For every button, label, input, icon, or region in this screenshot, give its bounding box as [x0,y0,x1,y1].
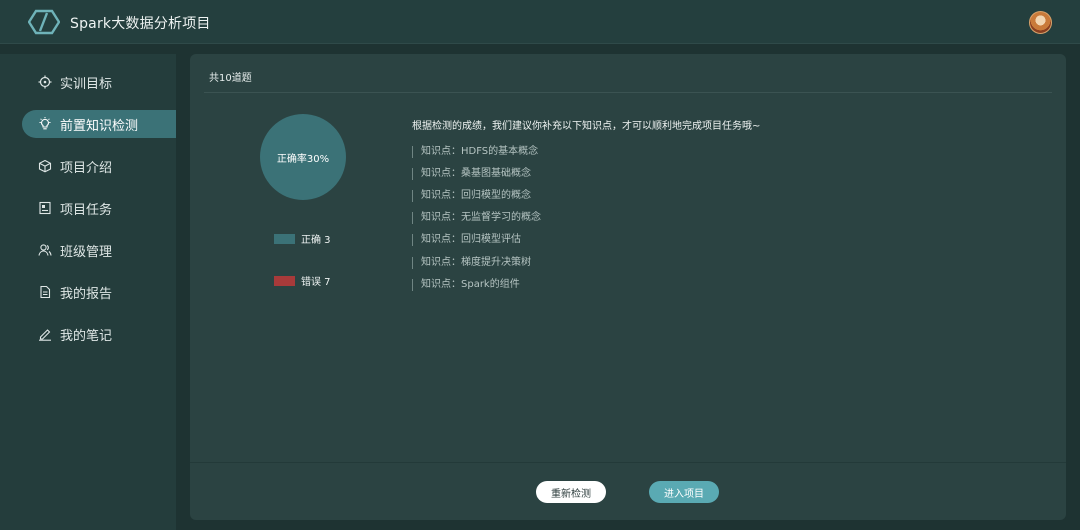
target-icon [37,74,53,90]
app-title: Spark大数据分析项目 [70,16,211,32]
sidebar-item-training-goal[interactable]: 实训目标 [22,68,176,96]
knowledge-point-item[interactable]: 知识点：回归模型评估 [412,234,521,246]
knowledge-point-item[interactable]: 知识点：Spark的组件 [412,279,520,291]
accuracy-label: 正确率30% [276,154,330,165]
sidebar-item-label: 班级管理 [60,244,113,260]
sidebar-item-label: 项目任务 [60,202,113,218]
sidebar-item-label: 前置知识检测 [60,118,139,134]
sidebar-item-project-tasks[interactable]: 项目任务 [22,194,176,222]
legend-correct-label: 正确 3 [301,235,331,246]
sidebar-item-project-intro[interactable]: 项目介绍 [22,152,176,180]
legend-wrong-swatch [274,275,295,286]
legend-wrong: 错误 7 [274,273,331,288]
user-avatar[interactable] [1029,11,1052,34]
cube-icon [37,158,53,174]
knowledge-point-item[interactable]: 知识点：梯度提升决策树 [412,257,531,269]
question-count: 共10道题 [209,73,252,84]
sidebar-item-prior-knowledge-test[interactable]: 前置知识检测 [22,110,176,138]
knowledge-point-item[interactable]: 知识点：桑基图基础概念 [412,168,531,180]
top-bar: Spark大数据分析项目 [0,0,1080,44]
main-panel: 共10道题 正确率30% 正确 3 错误 7 根据检测的成绩，我们建议你补充以下… [190,54,1066,520]
knowledge-point-item[interactable]: 知识点：HDFS的基本概念 [412,146,538,158]
lightbulb-icon [37,116,53,132]
legend-wrong-label: 错误 7 [301,277,331,288]
knowledge-point-item[interactable]: 知识点：无监督学习的概念 [412,212,541,224]
document-icon [37,284,53,300]
task-icon [37,200,53,216]
users-icon [37,242,53,258]
footer-divider [190,462,1066,463]
sidebar-item-class-management[interactable]: 班级管理 [22,236,176,264]
divider [204,92,1052,93]
pencil-icon [37,326,53,342]
knowledge-point-item[interactable]: 知识点：回归模型的概念 [412,190,531,202]
legend-correct: 正确 3 [274,231,331,246]
sidebar-item-my-reports[interactable]: 我的报告 [22,278,176,306]
advice-text: 根据检测的成绩，我们建议你补充以下知识点，才可以顺利地完成项目任务哦~ [412,121,761,132]
sidebar-item-label: 项目介绍 [60,160,113,176]
sidebar: 实训目标 前置知识检测 项目介绍 项目任务 班级管理 我的报告 我的笔记 [0,54,176,530]
logo-icon[interactable] [28,9,60,35]
sidebar-item-my-notes[interactable]: 我的笔记 [22,320,176,348]
retest-button[interactable]: 重新检测 [536,481,606,503]
sidebar-item-label: 我的报告 [60,286,113,302]
sidebar-item-label: 实训目标 [60,76,113,92]
legend-correct-swatch [274,233,295,244]
sidebar-item-label: 我的笔记 [60,328,113,344]
enter-project-button[interactable]: 进入项目 [649,481,719,503]
